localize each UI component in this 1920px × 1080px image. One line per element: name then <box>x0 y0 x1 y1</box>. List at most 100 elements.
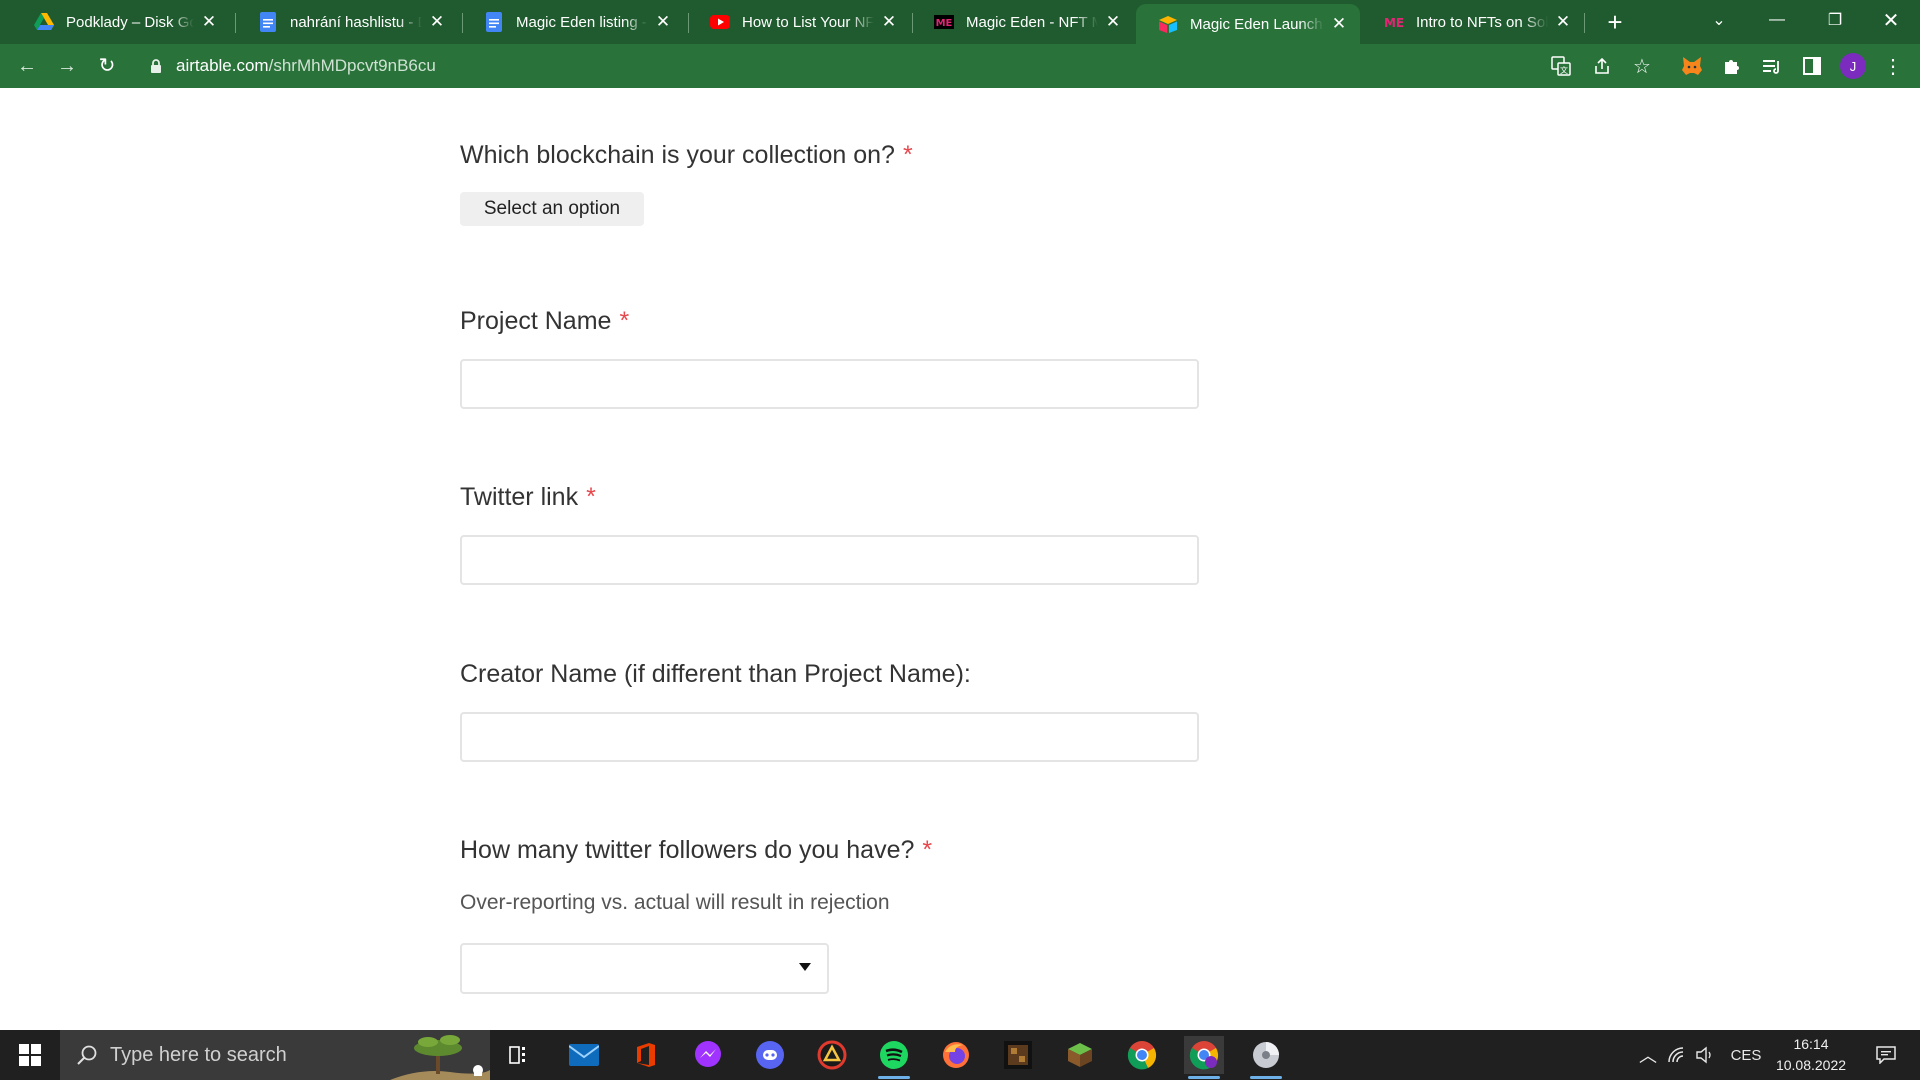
spotify-icon[interactable] <box>874 1036 914 1079</box>
blockchain-question-label: Which blockchain is your collection on? * <box>460 141 913 170</box>
task-view-icon[interactable] <box>500 1036 540 1074</box>
bookmark-star-icon[interactable]: ☆ <box>1629 53 1655 79</box>
reload-button[interactable]: ↻ <box>92 52 122 80</box>
magic-eden-icon: ME <box>1384 12 1404 32</box>
svg-text:ME: ME <box>1384 16 1404 29</box>
taskbar-search-box[interactable]: Type here to search <box>60 1030 490 1080</box>
tab-podklady[interactable]: Podklady – Disk Google ✕ <box>12 0 230 44</box>
browser-menu-icon[interactable]: ⋮ <box>1880 53 1906 79</box>
metamask-icon[interactable] <box>1679 53 1705 79</box>
followers-dropdown[interactable] <box>460 943 829 994</box>
twitter-link-label: Twitter link * <box>460 483 596 512</box>
tab-title: nahrání hashlistu - Dokumenty Google <box>290 13 422 31</box>
search-placeholder: Type here to search <box>110 1043 287 1066</box>
minimize-button[interactable]: — <box>1748 0 1806 40</box>
search-icon <box>77 1045 97 1065</box>
close-tab-icon[interactable]: ✕ <box>1330 15 1348 33</box>
windows-logo-icon <box>19 1044 41 1066</box>
tab-title: Magic Eden listing - Dokumenty Google <box>516 13 648 31</box>
tab-title: Podklady – Disk Google <box>66 13 194 31</box>
followers-help-text: Over-reporting vs. actual will result in… <box>460 891 890 914</box>
close-tab-icon[interactable]: ✕ <box>200 13 218 31</box>
mail-icon[interactable] <box>564 1036 604 1074</box>
creator-name-input[interactable] <box>460 712 1199 762</box>
url-path: /shrMhMDpcvt9nB6cu <box>268 56 436 75</box>
tab-separator <box>1584 13 1585 33</box>
reading-list-icon[interactable] <box>1759 53 1785 79</box>
chrome-profile-icon[interactable] <box>1184 1036 1224 1079</box>
blockchain-select-button[interactable]: Select an option <box>460 192 644 226</box>
creator-name-label: Creator Name (if different than Project … <box>460 660 971 689</box>
brave-browser-icon[interactable] <box>812 1036 852 1074</box>
extensions-puzzle-icon[interactable] <box>1719 53 1745 79</box>
tab-magic-eden-launchpad[interactable]: Magic Eden Launchpad ✕ <box>1136 4 1360 44</box>
search-highlight-tree-icon <box>390 1035 490 1080</box>
google-docs-icon <box>258 12 278 32</box>
office-icon[interactable] <box>626 1036 666 1074</box>
tab-title: Magic Eden - NFT Marketplace <box>966 13 1098 31</box>
chrome-icon[interactable] <box>1122 1036 1162 1074</box>
lock-icon <box>150 58 164 74</box>
volume-icon[interactable] <box>1692 1030 1718 1080</box>
minecraft-dungeons-icon[interactable] <box>998 1036 1038 1074</box>
required-asterisk: * <box>619 307 630 335</box>
required-asterisk: * <box>922 836 933 864</box>
disc-app-icon[interactable] <box>1246 1036 1286 1079</box>
url-host: airtable.com <box>176 56 269 75</box>
clock-date: 10.08.2022 <box>1775 1057 1847 1073</box>
new-tab-button[interactable]: + <box>1600 7 1630 37</box>
minecraft-launcher-icon[interactable] <box>1060 1036 1100 1074</box>
notifications-icon[interactable] <box>1866 1030 1906 1080</box>
share-icon[interactable] <box>1589 53 1615 79</box>
back-button[interactable]: ← <box>12 52 42 80</box>
tab-magic-eden-marketplace[interactable]: ME Magic Eden - NFT Marketplace ✕ <box>912 0 1134 44</box>
input-language-indicator[interactable]: CES <box>1726 1030 1766 1080</box>
windows-start-button[interactable] <box>0 1030 60 1080</box>
address-bar[interactable]: airtable.com/shrMhMDpcvt9nB6cu <box>138 50 1558 82</box>
google-docs-icon <box>484 12 504 32</box>
discord-icon[interactable] <box>750 1036 790 1074</box>
windows-taskbar: Type here to search ︿ CES 16:14 10.08.20… <box>0 1030 1920 1080</box>
close-tab-icon[interactable]: ✕ <box>1104 13 1122 31</box>
svg-text:文: 文 <box>1560 65 1568 75</box>
followers-question-label: How many twitter followers do you have? * <box>460 836 932 865</box>
required-asterisk: * <box>902 141 913 169</box>
tab-title: Intro to NFTs on Solana <box>1416 13 1548 31</box>
close-tab-icon[interactable]: ✕ <box>1554 13 1572 31</box>
translate-icon[interactable]: 文 <box>1548 53 1574 79</box>
tab-intro-to-nfts[interactable]: ME Intro to NFTs on Solana ✕ <box>1362 0 1584 44</box>
followers-label-text: How many twitter followers do you have? <box>460 836 915 864</box>
side-panel-icon[interactable] <box>1799 53 1825 79</box>
twitter-link-input[interactable] <box>460 535 1199 585</box>
profile-avatar[interactable]: J <box>1840 53 1866 79</box>
project-name-label-text: Project Name <box>460 307 612 335</box>
show-hidden-icons-chevron[interactable]: ︿ <box>1636 1030 1660 1080</box>
clock-time: 16:14 <box>1793 1036 1829 1052</box>
browser-toolbar: ← → ↻ airtable.com/shrMhMDpcvt9nB6cu 文 ☆… <box>0 44 1920 88</box>
svg-text:ME: ME <box>936 18 953 29</box>
restore-button[interactable]: ❐ <box>1806 0 1864 40</box>
close-tab-icon[interactable]: ✕ <box>654 13 672 31</box>
messenger-icon[interactable] <box>688 1036 728 1074</box>
youtube-icon <box>710 12 730 32</box>
close-tab-icon[interactable]: ✕ <box>428 13 446 31</box>
taskbar-clock[interactable]: 16:14 10.08.2022 <box>1766 1034 1856 1076</box>
tab-search-chevron-icon[interactable]: ⌄ <box>1690 0 1748 40</box>
tab-magic-eden-listing[interactable]: Magic Eden listing - Dokumenty Google ✕ <box>462 0 684 44</box>
firefox-icon[interactable] <box>936 1036 976 1074</box>
tab-title: Magic Eden Launchpad <box>1190 15 1324 33</box>
network-wifi-icon[interactable] <box>1664 1030 1690 1080</box>
browser-tab-strip: Podklady – Disk Google ✕ nahrání hashlis… <box>0 0 1920 44</box>
google-drive-icon <box>34 12 54 32</box>
project-name-input[interactable] <box>460 359 1199 409</box>
tab-youtube[interactable]: How to List Your NFT - YouTube ✕ <box>688 0 910 44</box>
close-tab-icon[interactable]: ✕ <box>880 13 898 31</box>
page-content: Which blockchain is your collection on? *… <box>0 88 1920 1030</box>
dropdown-caret-icon <box>799 963 811 971</box>
tab-title: How to List Your NFT - YouTube <box>742 13 874 31</box>
forward-button[interactable]: → <box>52 52 82 80</box>
tab-nahrani-hashlistu[interactable]: nahrání hashlistu - Dokumenty Google ✕ <box>236 0 458 44</box>
required-asterisk: * <box>586 483 596 511</box>
twitter-link-label-text: Twitter link <box>460 483 579 511</box>
close-window-button[interactable]: ✕ <box>1862 0 1920 40</box>
